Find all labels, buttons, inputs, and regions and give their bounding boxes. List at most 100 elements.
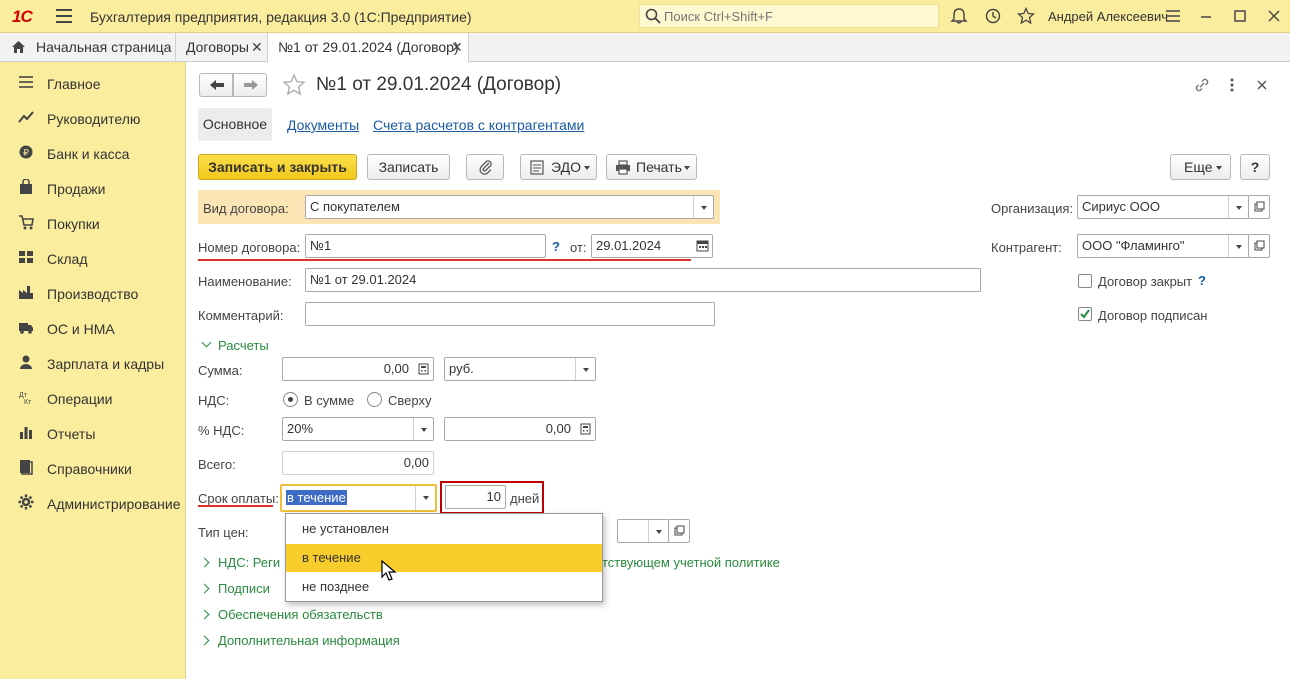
dropdown-option-selected[interactable]: в течение (286, 544, 602, 572)
chevron-right-icon[interactable] (199, 557, 210, 568)
settings-lines-icon[interactable] (1164, 7, 1182, 25)
more-vert-icon[interactable] (1225, 76, 1239, 94)
close-window-icon[interactable] (1265, 7, 1283, 25)
vat-amount-input[interactable]: 0,00 (444, 417, 596, 441)
chevron-right-icon[interactable] (199, 609, 210, 620)
vat-pct-value: 20% (287, 421, 314, 436)
sum-label: Сумма: (198, 363, 243, 378)
tab-contracts[interactable]: Договоры ✕ (176, 33, 268, 62)
vat-note-section[interactable]: НДС: Реги (218, 555, 280, 570)
sidebar-item[interactable]: ОС и НМА (0, 310, 186, 345)
sum-input[interactable]: 0,00 (282, 357, 434, 381)
chevron-down-icon[interactable] (648, 520, 668, 542)
open-organization-button[interactable] (1248, 195, 1270, 219)
comment-input[interactable] (305, 302, 715, 326)
sidebar-item[interactable]: Главное (0, 65, 186, 100)
open-price-type-button[interactable] (668, 519, 690, 543)
subtab-documents[interactable]: Документы (287, 117, 359, 133)
contract-number-input[interactable]: №1 (305, 234, 546, 258)
obligations-section[interactable]: Обеспечения обязательств (218, 607, 383, 622)
chevron-down-icon[interactable] (1228, 196, 1248, 218)
sidebar-item[interactable]: Справочники (0, 450, 186, 485)
extra-info-section[interactable]: Дополнительная информация (218, 633, 400, 648)
chevron-down-icon[interactable] (1228, 235, 1248, 257)
attach-button[interactable] (466, 154, 504, 180)
vat-above-radio[interactable] (367, 392, 382, 407)
subtab-accounts[interactable]: Счета расчетов с контрагентами (373, 117, 584, 133)
sidebar-item-label: ОС и НМА (47, 321, 115, 337)
chevron-down-icon[interactable] (693, 196, 713, 218)
checkmark-icon (1080, 309, 1090, 319)
chevron-right-icon[interactable] (199, 583, 210, 594)
sidebar-item[interactable]: Производство (0, 275, 186, 310)
chevron-down-icon[interactable] (413, 418, 433, 440)
sidebar-item[interactable]: Склад (0, 240, 186, 275)
sidebar-item[interactable]: Покупки (0, 205, 186, 240)
maximize-icon[interactable] (1231, 7, 1249, 25)
calculator-icon[interactable] (418, 363, 429, 375)
tab-home[interactable]: Начальная страница (0, 33, 176, 62)
payment-days-input[interactable]: 10 (445, 485, 506, 509)
app-logo: 1С (12, 7, 33, 26)
name-input[interactable]: №1 от 29.01.2024 (305, 268, 981, 292)
more-button[interactable]: Еще (1170, 154, 1231, 180)
signatures-section[interactable]: Подписи (218, 581, 270, 596)
main-menu-icon[interactable] (56, 9, 72, 23)
number-help-icon[interactable]: ? (552, 239, 560, 254)
sidebar-item[interactable]: Дт Кт Операции (0, 380, 186, 415)
payment-term-select[interactable]: в течение (280, 484, 437, 512)
close-tab-icon[interactable]: ✕ (251, 33, 263, 62)
forward-button[interactable] (233, 73, 267, 97)
minimize-icon[interactable] (1197, 7, 1215, 25)
bell-icon[interactable] (950, 7, 968, 25)
save-button[interactable]: Записать (367, 154, 450, 180)
favorite-star-icon[interactable] (282, 73, 306, 97)
dropdown-option[interactable]: не позднее (286, 573, 602, 601)
print-button[interactable]: Печать (606, 154, 697, 180)
subtab-main[interactable]: Основное (198, 108, 272, 141)
contract-signed-checkbox[interactable] (1078, 307, 1092, 321)
close-form-icon[interactable] (1254, 77, 1270, 93)
contract-type-select[interactable]: С покупателем (305, 195, 714, 219)
organization-select[interactable]: Сириус ООО (1077, 195, 1249, 219)
contract-date-input[interactable]: 29.01.2024 (591, 234, 713, 258)
link-icon[interactable] (1193, 76, 1211, 94)
edo-label: ЭДО (551, 159, 581, 175)
sidebar-item[interactable]: Зарплата и кадры (0, 345, 186, 380)
save-and-close-button[interactable]: Записать и закрыть (198, 154, 357, 180)
chevron-down-icon[interactable] (415, 486, 435, 510)
history-icon[interactable] (984, 7, 1002, 25)
price-type-select[interactable] (617, 519, 669, 543)
open-counterparty-button[interactable] (1248, 234, 1270, 258)
calculator-icon[interactable] (580, 423, 591, 435)
sidebar-item[interactable]: Администрирование (0, 485, 186, 520)
search-input[interactable] (662, 7, 932, 25)
vat-pct-select[interactable]: 20% (282, 417, 434, 441)
chevron-down-icon[interactable] (201, 337, 212, 348)
vat-in-sum-radio[interactable] (283, 392, 298, 407)
back-button[interactable] (199, 73, 233, 97)
dropdown-option[interactable]: не установлен (286, 515, 602, 543)
sidebar-item[interactable]: ₽ Банк и касса (0, 135, 186, 170)
currency-select[interactable]: руб. (444, 357, 596, 381)
close-tab-icon[interactable]: ✕ (451, 33, 463, 62)
sidebar-item[interactable]: Руководителю (0, 100, 186, 135)
user-name[interactable]: Андрей Алексеевич (1048, 9, 1168, 24)
organization-value: Сириус ООО (1082, 199, 1160, 214)
sidebar-item[interactable]: Отчеты (0, 415, 186, 450)
counterparty-select[interactable]: ООО "Фламинго" (1077, 234, 1249, 258)
edo-button[interactable]: ЭДО (520, 154, 597, 180)
sidebar-item[interactable]: Продажи (0, 170, 186, 205)
red-underline (198, 505, 273, 507)
calc-section-toggle[interactable]: Расчеты (218, 338, 269, 353)
help-button[interactable]: ? (1240, 154, 1270, 180)
contract-closed-checkbox[interactable] (1078, 274, 1092, 288)
tab-contract-1[interactable]: №1 от 29.01.2024 (Договор) ✕ (268, 33, 469, 63)
closed-help-icon[interactable]: ? (1198, 273, 1206, 288)
search-box[interactable] (639, 4, 939, 28)
calendar-icon[interactable] (696, 239, 709, 252)
chevron-right-icon[interactable] (199, 635, 210, 646)
chevron-down-icon[interactable] (575, 358, 595, 380)
vat-note-section-tail[interactable]: тствующем учетной политике (602, 555, 780, 570)
favorites-star-icon[interactable] (1017, 7, 1035, 25)
